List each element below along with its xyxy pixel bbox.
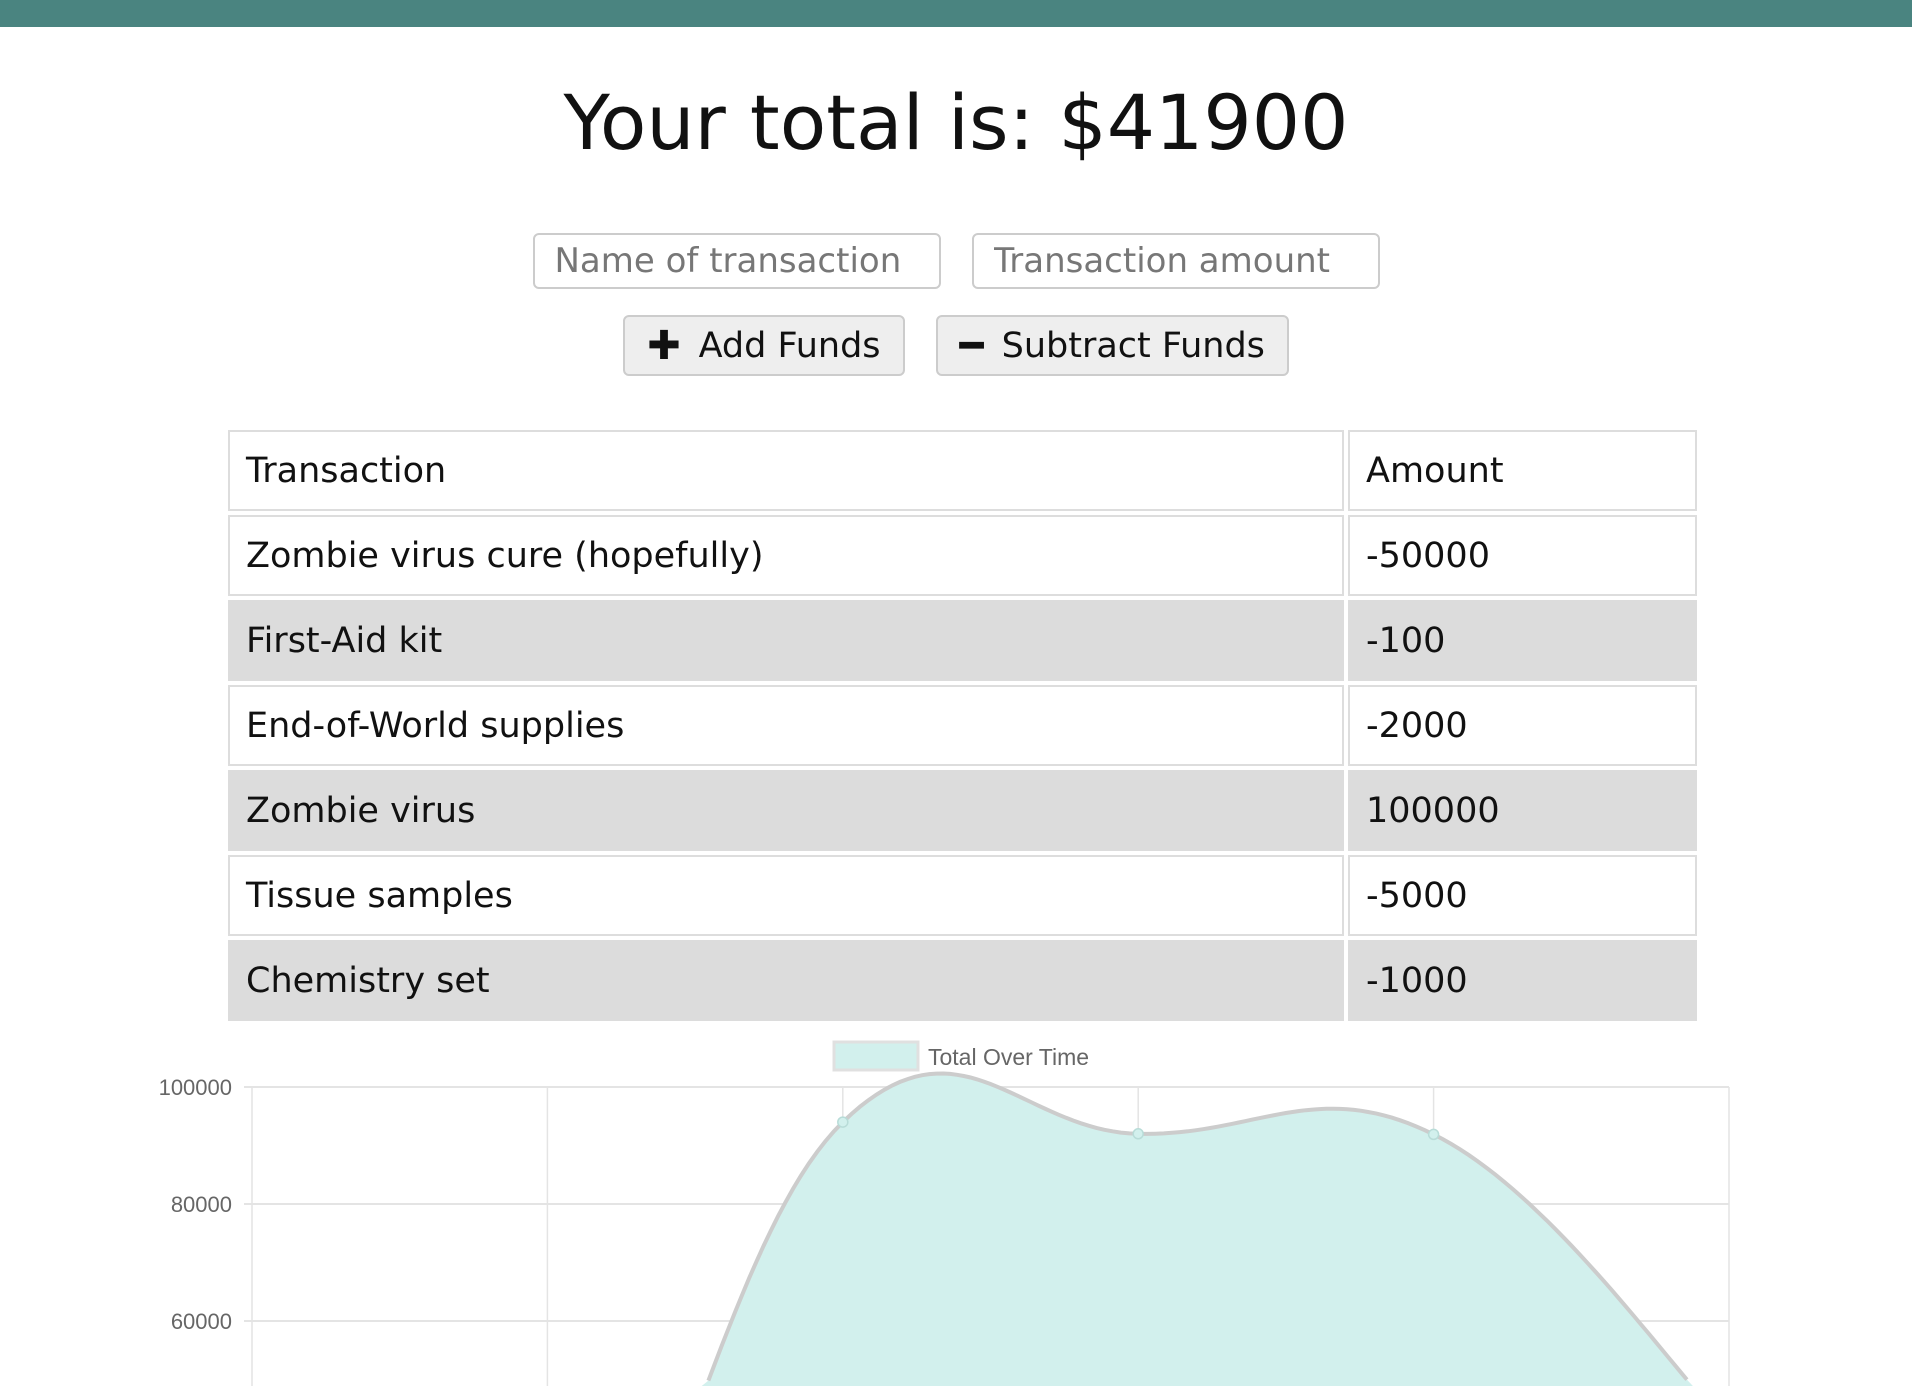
transaction-amount-input[interactable]	[971, 233, 1380, 289]
cell-amount: -2000	[1348, 685, 1697, 766]
add-funds-label: Add Funds	[698, 325, 881, 366]
table-row: Tissue samples -5000	[228, 855, 1697, 936]
cell-name: Tissue samples	[228, 855, 1344, 936]
table-row: Zombie virus cure (hopefully) -50000	[228, 515, 1697, 596]
transaction-name-input[interactable]	[532, 233, 941, 289]
table-row: End-of-World supplies -2000	[228, 685, 1697, 766]
add-funds-button[interactable]: ✚ Add Funds	[623, 315, 905, 376]
data-point[interactable]	[837, 1116, 849, 1128]
header-transaction: Transaction	[228, 430, 1344, 511]
cell-name: Chemistry set	[228, 940, 1344, 1021]
table-row: First-Aid kit -100	[228, 600, 1697, 681]
cell-amount: -1000	[1348, 940, 1697, 1021]
y-tick-label: 60000	[171, 1309, 232, 1334]
cell-amount: -50000	[1348, 515, 1697, 596]
top-bar	[0, 0, 1912, 27]
area-fill	[252, 1073, 1729, 1386]
y-tick-label: 80000	[171, 1192, 232, 1217]
y-tick-label: 100000	[159, 1075, 232, 1100]
cell-name: Zombie virus	[228, 770, 1344, 851]
cell-amount: -5000	[1348, 855, 1697, 936]
table-row: Zombie virus 100000	[228, 770, 1697, 851]
total-over-time-chart: Total Over Time 100000 80000 60000	[159, 1040, 1730, 1386]
total-heading: Your total is: $41900	[563, 78, 1349, 167]
cell-amount: 100000	[1348, 770, 1697, 851]
table-row: Chemistry set -1000	[228, 940, 1697, 1021]
transactions-table: Transaction Amount Zombie virus cure (hop…	[224, 426, 1701, 1025]
plus-icon: ✚	[647, 322, 681, 369]
legend-swatch	[832, 1040, 920, 1072]
data-point[interactable]	[1427, 1128, 1440, 1141]
cell-name: Zombie virus cure (hopefully)	[228, 515, 1344, 596]
header-amount: Amount	[1348, 430, 1697, 511]
minus-icon: ━	[959, 322, 984, 369]
cell-name: End-of-World supplies	[228, 685, 1344, 766]
legend-label: Total Over Time	[928, 1044, 1089, 1070]
subtract-funds-label: Subtract Funds	[1001, 325, 1265, 366]
data-point[interactable]	[1132, 1128, 1144, 1140]
cell-amount: -100	[1348, 600, 1697, 681]
cell-name: First-Aid kit	[228, 600, 1344, 681]
subtract-funds-button[interactable]: ━ Subtract Funds	[935, 315, 1289, 376]
